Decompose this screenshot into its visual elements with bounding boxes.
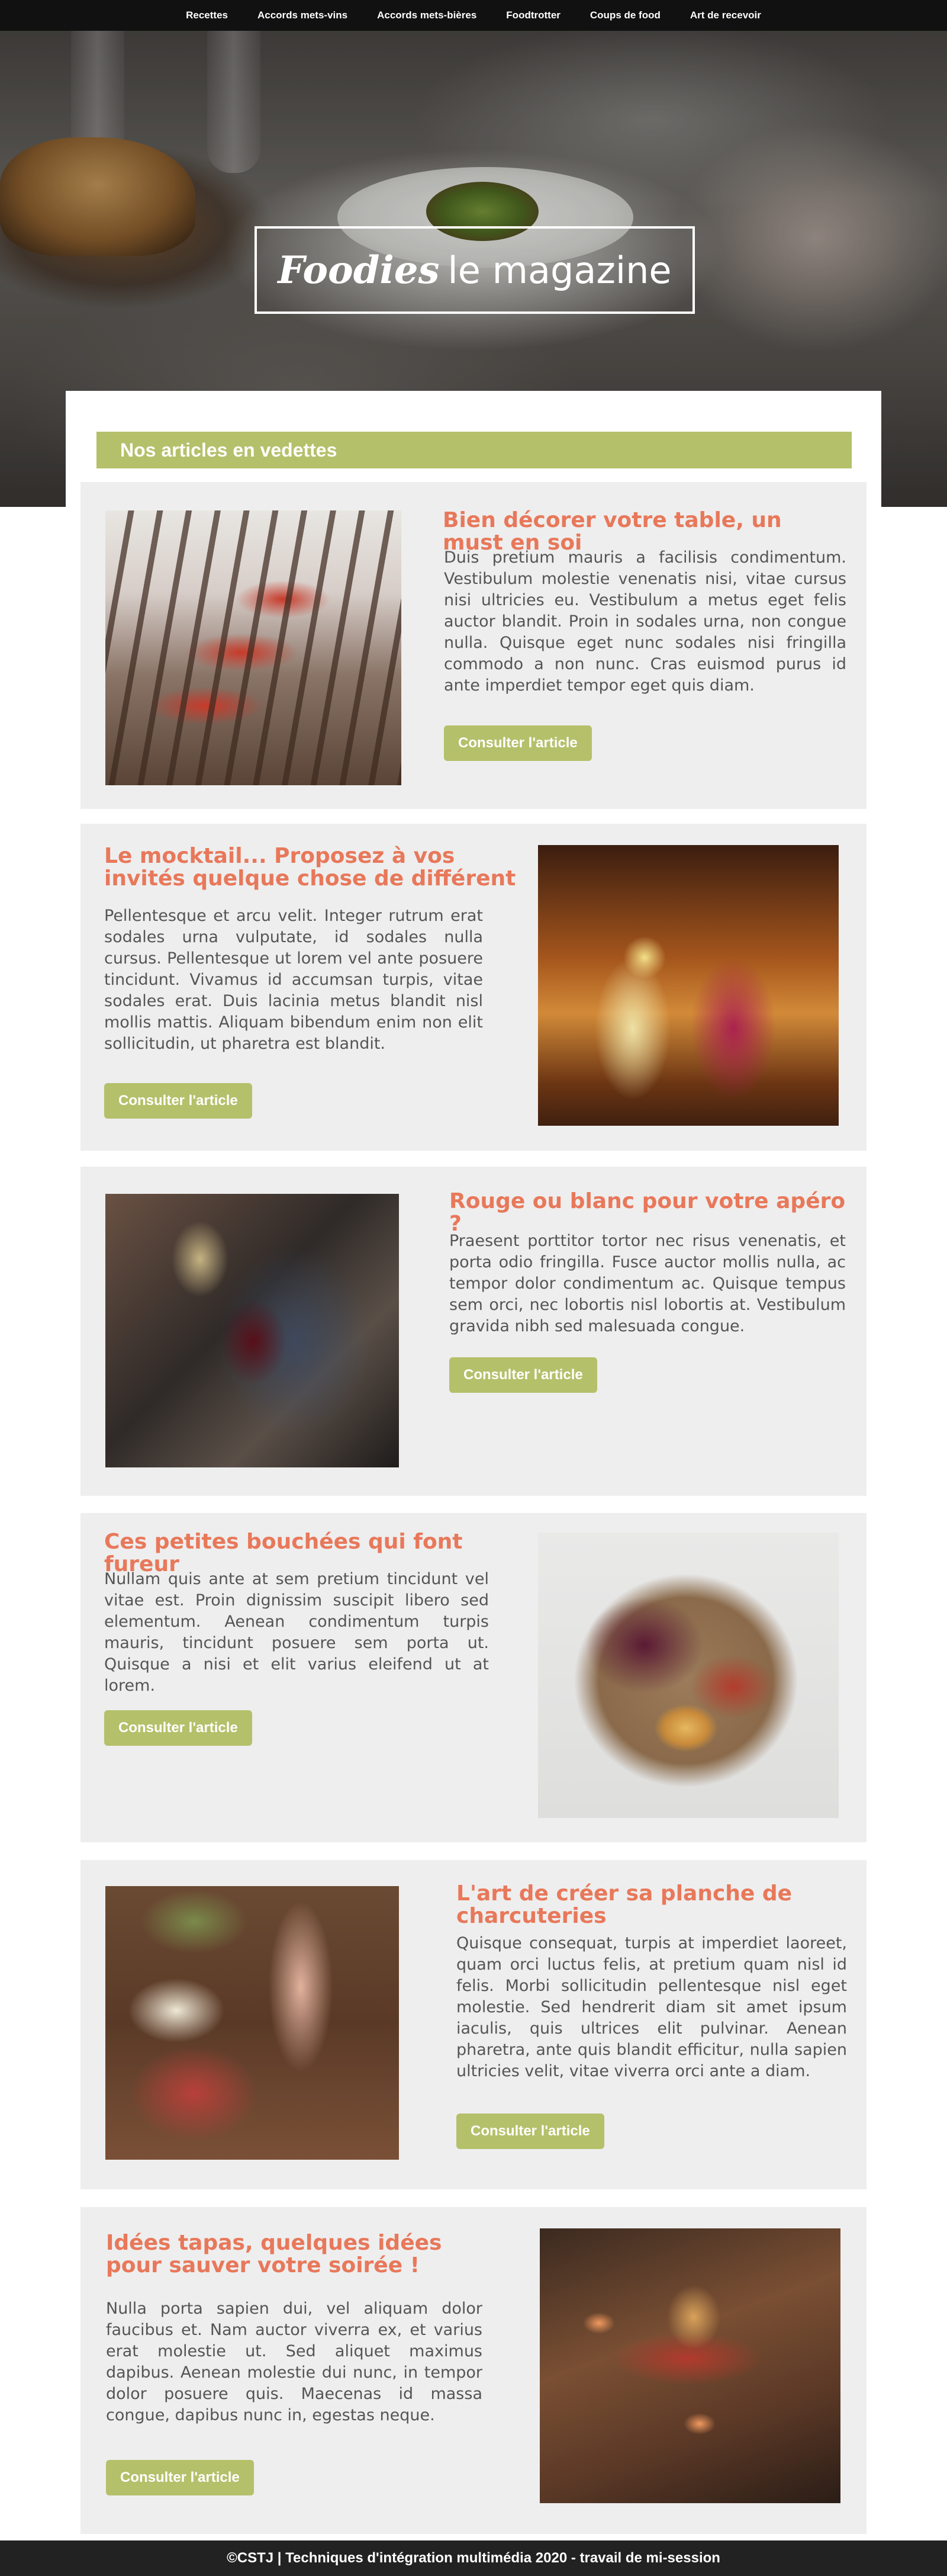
article-card: Le mocktail... Proposez à vos invités qu… xyxy=(80,824,867,1151)
article-title[interactable]: Le mocktail... Proposez à vos invités qu… xyxy=(104,845,518,890)
article-title[interactable]: Idées tapas, quelques idées pour sauver … xyxy=(106,2232,461,2277)
article-card: Ces petites bouchées qui font fureur Nul… xyxy=(80,1513,867,1842)
article-card: Rouge ou blanc pour votre apéro ? Praese… xyxy=(80,1167,867,1496)
nav-item-foodtrotter[interactable]: Foodtrotter xyxy=(491,9,575,21)
footer-text: ©CSTJ | Techniques d'intégration multimé… xyxy=(227,2550,720,2566)
article-text: Nulla porta sapien dui, vel aliquam dolo… xyxy=(106,2299,482,2424)
nav-item-recettes[interactable]: Recettes xyxy=(171,9,243,21)
article-text: Quisque consequat, turpis at imperdiet l… xyxy=(456,1934,847,2080)
article-card: Bien décorer votre table, un must en soi… xyxy=(80,482,867,809)
article-image-mocktail[interactable] xyxy=(538,845,839,1126)
article-image-appetizer-board[interactable] xyxy=(538,1533,839,1818)
article-title[interactable]: L'art de créer sa planche de charcuterie… xyxy=(456,1883,847,1928)
article-text: Duis pretium mauris a facilisis condimen… xyxy=(444,548,846,695)
consult-article-button[interactable]: Consulter l'article xyxy=(106,2460,254,2495)
consult-article-button[interactable]: Consulter l'article xyxy=(444,725,592,761)
nav-item-accords-mets-vins[interactable]: Accords mets-vins xyxy=(243,9,362,21)
hero-title-rest: le magazine xyxy=(447,248,672,292)
article-image-charcuterie[interactable] xyxy=(105,1886,399,2160)
nav-item-accords-mets-bieres[interactable]: Accords mets-bières xyxy=(362,9,491,21)
featured-articles-section: Nos articles en vedettes Bien décorer vo… xyxy=(66,391,881,2540)
footer: ©CSTJ | Techniques d'intégration multimé… xyxy=(0,2540,947,2576)
article-image-wine[interactable] xyxy=(105,1194,399,1467)
article-card: Idées tapas, quelques idées pour sauver … xyxy=(80,2207,867,2534)
hero-title: Foodies le magazine xyxy=(255,226,695,314)
consult-article-button[interactable]: Consulter l'article xyxy=(449,1357,597,1393)
consult-article-button[interactable]: Consulter l'article xyxy=(104,1710,252,1746)
article-title[interactable]: Rouge ou blanc pour votre apéro ? xyxy=(449,1190,852,1235)
nav-item-art-de-recevoir[interactable]: Art de recevoir xyxy=(675,9,776,21)
consult-article-button[interactable]: Consulter l'article xyxy=(456,2114,604,2149)
article-image-table[interactable] xyxy=(105,510,401,785)
consult-article-button[interactable]: Consulter l'article xyxy=(104,1083,252,1119)
article-text: Pellentesque et arcu velit. Integer rutr… xyxy=(104,907,483,1053)
article-text: Praesent porttitor tortor nec risus vene… xyxy=(449,1232,846,1335)
article-text: Nullam quis ante at sem pretium tincidun… xyxy=(104,1570,489,1695)
top-nav: Recettes Accords mets-vins Accords mets-… xyxy=(0,0,947,31)
nav-item-coups-de-food[interactable]: Coups de food xyxy=(575,9,675,21)
hero-title-script: Foodies xyxy=(278,248,440,293)
section-heading: Nos articles en vedettes xyxy=(96,432,852,468)
article-card: L'art de créer sa planche de charcuterie… xyxy=(80,1860,867,2189)
article-image-tapas[interactable] xyxy=(540,2228,840,2503)
